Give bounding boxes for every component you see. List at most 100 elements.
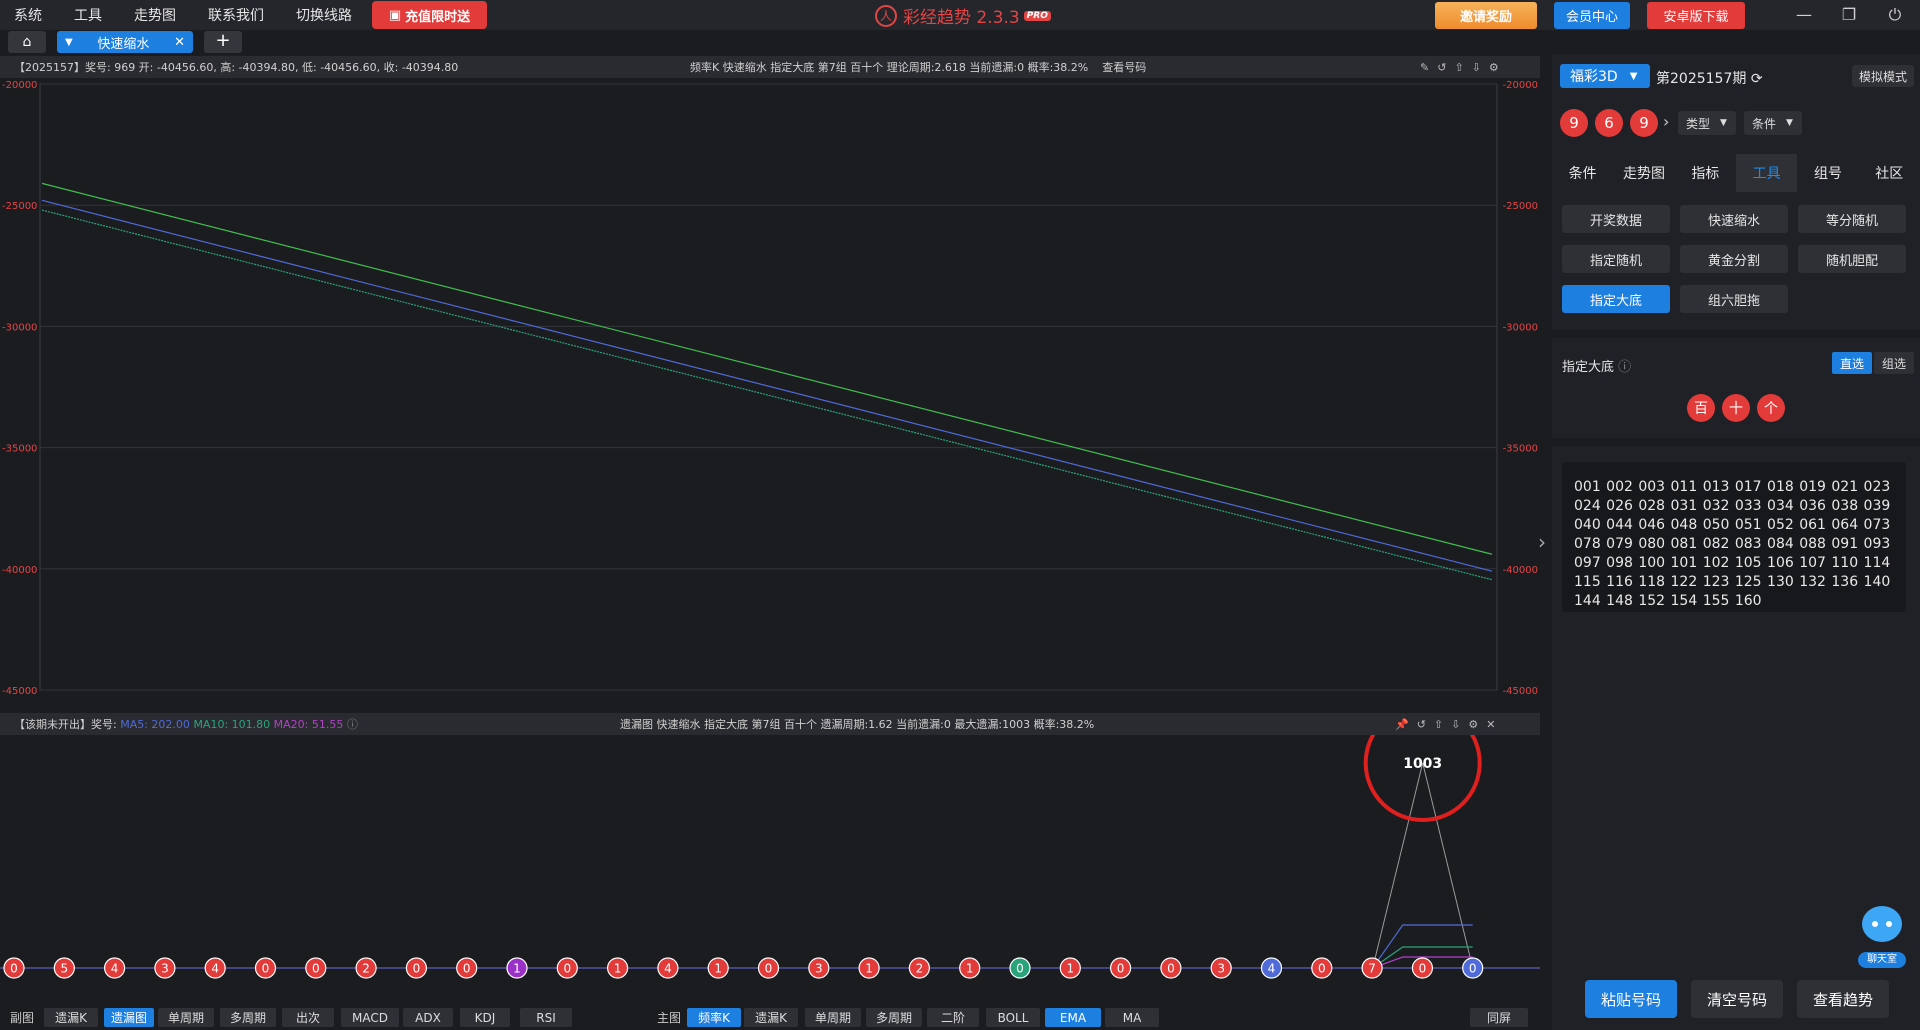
chart1-header-mid: 频率K 快速缩水 指定大底 第7组 百十个 理论周期:2.618 当前遗漏:0 … <box>690 59 1146 75</box>
sidebar-tab[interactable]: 组号 <box>1797 154 1858 192</box>
position-tens[interactable]: 十 <box>1722 394 1750 422</box>
tool-button[interactable]: 指定随机 <box>1562 245 1670 273</box>
tool-button[interactable]: 黄金分割 <box>1680 245 1788 273</box>
lottery-select[interactable]: 福彩3D ▼ <box>1560 64 1650 88</box>
sidebar-tab[interactable]: 工具 <box>1735 154 1798 192</box>
indicator-bar: 副图 遗漏K 遗漏图 单周期 多周期 出次 MACD ADX KDJ RSI 主图 频率K 遗漏K… <box>0 1005 1540 1030</box>
plus-icon[interactable]: + <box>204 31 242 53</box>
tab-quick-shrink[interactable]: ▼ 快速缩水 ✕ <box>57 31 193 53</box>
miss-ball-label: 4 <box>664 962 672 976</box>
android-download-button[interactable]: 安卓版下载 <box>1647 2 1745 29</box>
sidebar-tab[interactable]: 走势图 <box>1613 154 1674 192</box>
tool-button[interactable]: 组六胆拖 <box>1680 285 1788 313</box>
y-tick-label-left: -30000 <box>2 322 37 333</box>
promo-button[interactable]: ▣ 充值限时送 <box>372 1 487 29</box>
main-indicator-button[interactable]: MA <box>1105 1008 1159 1027</box>
tool-button[interactable]: 指定大底 <box>1562 285 1670 313</box>
miss-chart[interactable]: 10030 5 4 3 4 0 0 2 0 0 1 0 1 4 1 0 3 1 2 1 0 1 0 0 3 4 0 7 0 0 <box>0 735 1540 1005</box>
edit-icon[interactable]: ✎ <box>1420 61 1437 74</box>
back-icon[interactable]: ↺ <box>1437 61 1454 74</box>
close-icon[interactable]: ✕ <box>174 35 185 50</box>
back-icon[interactable]: ↺ <box>1417 718 1434 731</box>
main-indicator-button[interactable]: EMA <box>1045 1008 1101 1027</box>
sync-screen-button[interactable]: 同屏 <box>1470 1008 1528 1027</box>
sub-indicator-button[interactable]: 遗漏K <box>44 1008 98 1027</box>
sub-indicator-button[interactable]: ADX <box>403 1008 453 1027</box>
power-icon[interactable]: ⏻ <box>1884 4 1906 26</box>
main-indicator-button[interactable]: 频率K <box>687 1008 741 1027</box>
sub-indicator-button[interactable]: 出次 <box>282 1008 334 1027</box>
menu-contact[interactable]: 联系我们 <box>208 5 264 25</box>
position-hundreds[interactable]: 百 <box>1687 394 1715 422</box>
menu-tools[interactable]: 工具 <box>74 5 102 25</box>
refresh-icon[interactable]: ⟳ <box>1751 71 1763 87</box>
chevron-down-icon: ▼ <box>1786 118 1793 128</box>
sidebar-tab[interactable]: 条件 <box>1552 154 1613 192</box>
position-units[interactable]: 个 <box>1757 394 1785 422</box>
condition-dropdown[interactable]: 条件 ▼ <box>1744 111 1802 135</box>
chart2-toolbar: 📌↺⇧⇩⚙✕ <box>1395 718 1503 731</box>
tool-button[interactable]: 开奖数据 <box>1562 205 1670 233</box>
sub-indicator-button[interactable]: 多周期 <box>220 1008 276 1027</box>
sub-indicator-button[interactable]: 遗漏图 <box>104 1008 154 1027</box>
miss-ball-label: 1 <box>966 962 974 976</box>
app-title-text: 彩经趋势 2.3.3 <box>903 8 1020 28</box>
main-indicator-button[interactable]: 多周期 <box>866 1008 922 1027</box>
y-tick-label-right: -25000 <box>1503 201 1538 212</box>
tool-button[interactable]: 等分随机 <box>1798 205 1906 233</box>
numbers-textarea[interactable]: 001 002 003 011 013 017 018 019 021 023 … <box>1562 462 1906 612</box>
menu-system[interactable]: 系统 <box>14 5 42 25</box>
sub-indicator-button[interactable]: MACD <box>341 1008 399 1027</box>
clear-numbers-button[interactable]: 清空号码 <box>1691 980 1783 1018</box>
restore-icon[interactable]: ❐ <box>1838 4 1860 26</box>
sidebar-tabs: 条件 走势图 指标 工具 组号 社区 <box>1552 154 1920 192</box>
vip-center-button[interactable]: 会员中心 <box>1554 2 1630 29</box>
help-icon[interactable]: ⓘ <box>347 718 358 731</box>
plot-frame <box>39 83 1498 691</box>
chat-room-button[interactable]: 聊天室 <box>1858 902 1906 968</box>
sub-indicator-button[interactable]: KDJ <box>460 1008 510 1027</box>
sub-indicator-button[interactable]: 单周期 <box>158 1008 214 1027</box>
pin-icon[interactable]: 📌 <box>1395 718 1417 731</box>
invite-reward-button[interactable]: 邀请奖励 <box>1435 2 1537 29</box>
menu-trend[interactable]: 走势图 <box>134 5 176 25</box>
sim-mode-button[interactable]: 模拟模式 <box>1852 65 1914 87</box>
y-tick-label-right: -35000 <box>1503 444 1538 455</box>
chevron-right-icon[interactable]: › <box>1538 530 1546 554</box>
up-icon[interactable]: ⇧ <box>1454 61 1471 74</box>
miss-line <box>1422 762 1474 969</box>
sidebar-tab[interactable]: 指标 <box>1675 154 1736 192</box>
sidebar-tab[interactable]: 社区 <box>1859 154 1920 192</box>
main-indicator-button[interactable]: 二阶 <box>927 1008 979 1027</box>
miss-ball-label: 3 <box>1217 962 1225 976</box>
main-indicator-button[interactable]: 遗漏K <box>744 1008 798 1027</box>
close-icon[interactable]: ✕ <box>1486 718 1503 731</box>
type-dropdown[interactable]: 类型 ▼ <box>1678 111 1736 135</box>
view-trend-button[interactable]: 查看趋势 <box>1797 980 1889 1018</box>
paste-numbers-button[interactable]: 粘贴号码 <box>1585 980 1677 1018</box>
tool-button[interactable]: 随机胆配 <box>1798 245 1906 273</box>
down-icon[interactable]: ⇩ <box>1472 61 1489 74</box>
tab-bar: ⌂ ▼ 快速缩水 ✕ + <box>0 30 1540 54</box>
down-icon[interactable]: ⇩ <box>1451 718 1468 731</box>
settings-icon[interactable]: ⚙ <box>1468 718 1486 731</box>
help-icon[interactable]: ⓘ <box>1618 360 1631 375</box>
direct-select-toggle[interactable]: 直选 <box>1832 352 1872 374</box>
tool-button[interactable]: 快速缩水 <box>1680 205 1788 233</box>
view-numbers-link[interactable]: 查看号码 <box>1102 61 1146 74</box>
home-icon[interactable]: ⌂ <box>8 31 46 53</box>
up-icon[interactable]: ⇧ <box>1434 718 1451 731</box>
chevron-right-icon[interactable]: › <box>1663 112 1669 131</box>
ma20-label: MA20: 51.55 <box>273 718 344 731</box>
settings-icon[interactable]: ⚙ <box>1489 61 1507 74</box>
main-indicator-button[interactable]: BOLL <box>986 1008 1040 1027</box>
group-select-toggle[interactable]: 组选 <box>1874 352 1914 374</box>
main-indicator-button[interactable]: 单周期 <box>805 1008 861 1027</box>
sub-indicator-button[interactable]: RSI <box>520 1008 572 1027</box>
menu-switch-line[interactable]: 切换线路 <box>296 5 352 25</box>
main-chart-label: 主图 <box>657 1011 682 1025</box>
frequency-k-chart[interactable]: -20000 -20000 -25000 -25000 -30000 -30000 -350… <box>0 78 1540 698</box>
y-tick-label-right: -20000 <box>1503 80 1538 91</box>
minimize-icon[interactable]: — <box>1793 4 1815 26</box>
miss-line <box>1372 762 1424 969</box>
